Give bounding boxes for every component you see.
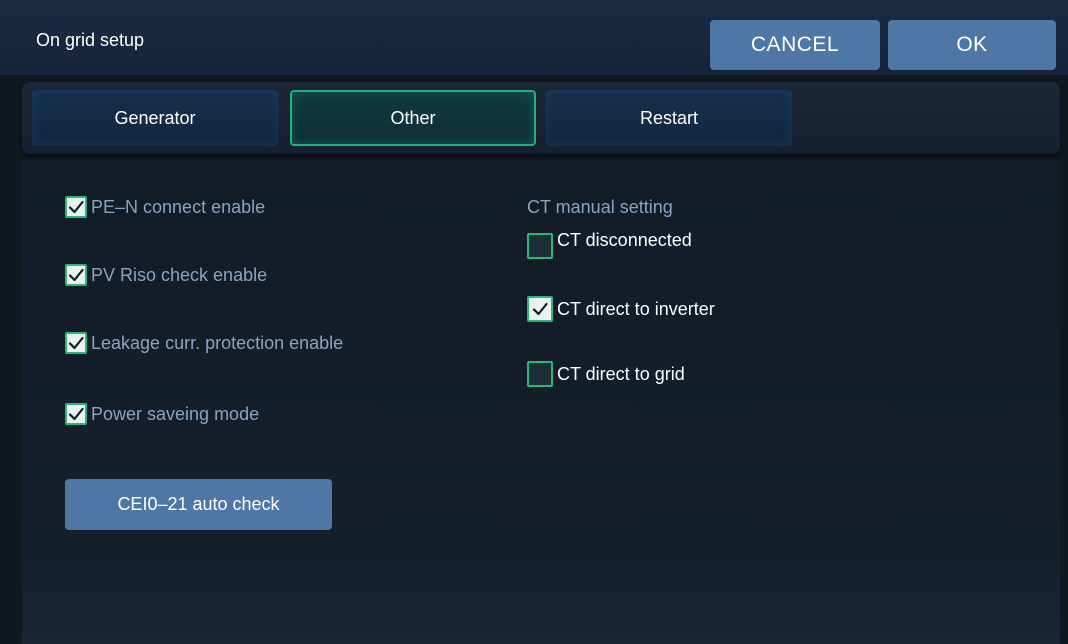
tab-strip: Generator Other Restart <box>22 82 1060 154</box>
ct-disconnected-option[interactable]: CT disconnected <box>527 229 692 259</box>
power-saving-label: Power saveing mode <box>91 403 260 424</box>
ct-direct-to-inverter-label: CT direct to inverter <box>557 298 715 319</box>
ct-direct-to-grid-checkbox[interactable] <box>527 361 553 387</box>
tab-generator[interactable]: Generator <box>32 90 278 146</box>
cancel-button[interactable]: CANCEL <box>710 20 880 70</box>
checkmark-icon <box>68 268 84 282</box>
checkmark-icon <box>68 407 84 421</box>
pv-riso-check-option[interactable]: PV Riso check enable <box>65 264 267 286</box>
ct-disconnected-checkbox[interactable] <box>527 233 553 259</box>
on-grid-setup-screen: On grid setup CANCEL OK Generator Other … <box>0 0 1068 644</box>
tab-other[interactable]: Other <box>290 90 536 146</box>
ok-button[interactable]: OK <box>888 20 1056 70</box>
checkmark-icon <box>532 302 548 316</box>
pv-riso-check-label: PV Riso check enable <box>91 264 268 285</box>
header-bar: On grid setup CANCEL OK <box>0 0 1068 76</box>
power-saving-checkbox[interactable] <box>65 403 87 425</box>
pe-n-connect-checkbox[interactable] <box>65 196 87 218</box>
checkmark-icon <box>68 200 84 214</box>
tab-restart[interactable]: Restart <box>546 90 792 146</box>
power-saving-option[interactable]: Power saveing mode <box>65 403 259 425</box>
ct-direct-to-grid-label: CT direct to grid <box>557 363 685 384</box>
pe-n-connect-label: PE–N connect enable <box>91 196 266 217</box>
ct-direct-to-grid-option[interactable]: CT direct to grid <box>527 361 685 387</box>
ct-direct-to-inverter-checkbox[interactable] <box>527 296 553 322</box>
ct-manual-setting-title: CT manual setting <box>527 197 673 217</box>
pe-n-connect-option[interactable]: PE–N connect enable <box>65 196 265 218</box>
pv-riso-check-checkbox[interactable] <box>65 264 87 286</box>
leakage-protection-option[interactable]: Leakage curr. protection enable <box>65 332 343 354</box>
checkmark-icon <box>68 336 84 350</box>
ct-direct-to-inverter-option[interactable]: CT direct to inverter <box>527 296 715 322</box>
leakage-protection-label: Leakage curr. protection enable <box>91 332 344 353</box>
cei0-21-auto-check-button[interactable]: CEI0–21 auto check <box>65 479 332 530</box>
page-title: On grid setup <box>36 30 145 50</box>
leakage-protection-checkbox[interactable] <box>65 332 87 354</box>
ct-disconnected-label: CT disconnected <box>557 229 692 250</box>
